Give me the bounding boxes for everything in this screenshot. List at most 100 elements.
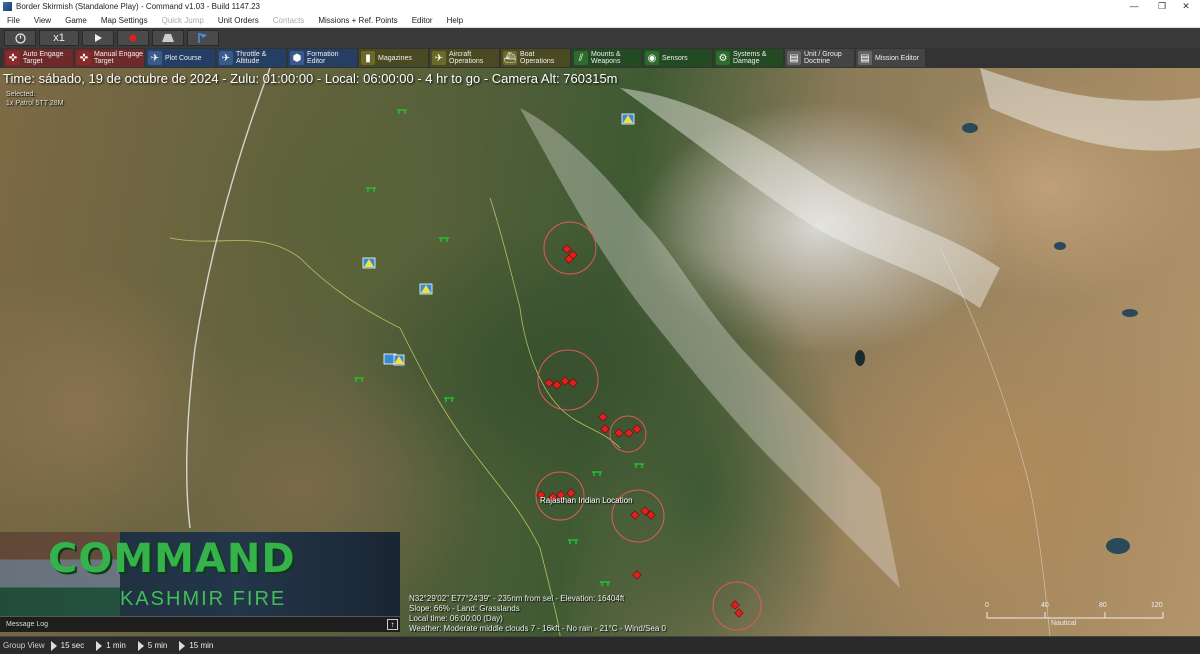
course-icon: ✈ [148, 51, 162, 65]
menu-contacts[interactable]: Contacts [266, 16, 312, 25]
step-15-sec[interactable]: 15 sec [50, 640, 85, 651]
time-toolbar: x1 [0, 28, 1200, 48]
play-step-icon [50, 640, 57, 651]
lake [962, 123, 978, 133]
step-5-min[interactable]: 5 min [137, 640, 167, 651]
scale-tick-40: 40 [1041, 602, 1049, 609]
formation-label: Formation Editor [307, 51, 339, 65]
menu-map-settings[interactable]: Map Settings [94, 16, 155, 25]
message-log-label: Message Log [6, 621, 49, 628]
selected-label: Selected: [6, 91, 36, 98]
snow-ridge [520, 108, 900, 588]
lake [855, 350, 865, 366]
cursor-info: N32°29'02" E77°24'39" - 235nm from sel -… [409, 594, 666, 634]
step-label: 15 sec [60, 641, 85, 650]
cursor-coords: N32°29'02" E77°24'39" - 235nm from sel -… [409, 594, 625, 603]
auto-engage-button[interactable]: ✜ Auto Engage Target [4, 49, 73, 67]
menu-editor[interactable]: Editor [405, 16, 440, 25]
snow-ridge [980, 68, 1200, 151]
mounts-weapons-button[interactable]: ⫽ Mounts & Weapons [572, 49, 641, 67]
close-button[interactable]: ✕ [1172, 0, 1200, 13]
auto-engage-label: Auto Engage Target [23, 51, 64, 65]
mission-editor-label: Mission Editor [875, 54, 919, 62]
aircraft-icon: ✈ [432, 51, 446, 65]
menu-file[interactable]: File [0, 16, 27, 25]
flag-icon[interactable] [187, 30, 219, 46]
command-toolbar: ✜ Auto Engage Target ✜ Manual Engage Targe… [0, 48, 1200, 68]
selected-unit-info: Selected: 1x Patrol 5TT 28M [6, 90, 63, 108]
doctrine-label: Unit / Group Doctrine [804, 51, 842, 65]
crosshair-icon: ✜ [6, 51, 20, 65]
weapons-icon: ⫽ [574, 51, 588, 65]
app-icon [3, 2, 12, 11]
aircraft-ops-button[interactable]: ✈ Aircraft Operations [430, 49, 499, 67]
bottom-bar: Group View 15 sec 1 min 5 min 15 min [0, 636, 1200, 654]
scale-bar: 0 40 80 120 Nautical [985, 602, 1165, 627]
manual-engage-button[interactable]: ✜ Manual Engage Target [75, 49, 144, 67]
cursor-local-time: Local time: 06:00:00 (Day) [409, 614, 503, 623]
clock-icon[interactable] [4, 30, 36, 46]
location-label: Rajasthan Indian Location [540, 496, 633, 505]
group-view-toggle[interactable]: Group View [0, 641, 51, 650]
formation-button[interactable]: ⬢ Formation Editor [288, 49, 357, 67]
message-log-bar[interactable]: Message Log ↑ [0, 616, 400, 632]
sensors-label: Sensors [662, 54, 688, 62]
throttle-button[interactable]: ✈ Throttle & Altitude [217, 49, 286, 67]
road-icon[interactable] [152, 30, 184, 46]
range-arc [186, 68, 271, 529]
formation-icon: ⬢ [290, 51, 304, 65]
airbase-marker[interactable] [362, 113, 635, 366]
cursor-terrain: Slope: 66% - Land: Grasslands [409, 604, 520, 613]
record-icon[interactable] [117, 30, 149, 46]
boat-ops-button[interactable]: ⛴ Boat Operations [501, 49, 570, 67]
logo-subtitle: KASHMIR FIRE [120, 588, 287, 610]
sensors-button[interactable]: ◉ Sensors [643, 49, 712, 67]
plot-course-button[interactable]: ✈ Plot Course [146, 49, 215, 67]
step-label: 1 min [106, 641, 126, 650]
tactical-map[interactable]: Time: sábado, 19 de octubre de 2024 - Zu… [0, 68, 1200, 636]
logo-title: COMMAND [48, 536, 296, 582]
scale-tick-120: 120 [1151, 602, 1163, 609]
doctrine-button[interactable]: ▤ Unit / Group Doctrine [785, 49, 854, 67]
play-step-icon [179, 640, 186, 651]
step-15-min[interactable]: 15 min [179, 640, 213, 651]
scale-tick-80: 80 [1099, 602, 1107, 609]
lake [1122, 309, 1138, 317]
step-1-min[interactable]: 1 min [96, 640, 126, 651]
menu-help[interactable]: Help [440, 16, 470, 25]
crosshair-icon: ✜ [77, 51, 91, 65]
map-status-line: Time: sábado, 19 de octubre de 2024 - Zu… [3, 71, 618, 86]
ammo-icon: ▮ [361, 51, 375, 65]
play-step-icon [96, 640, 103, 651]
systems-damage-button[interactable]: ⚙ Systems & Damage [714, 49, 783, 67]
sensor-icon: ◉ [645, 51, 659, 65]
lake [1054, 242, 1066, 250]
expand-icon[interactable]: ↑ [387, 619, 398, 630]
window-title: Border Skirmish (Standalone Play) - Comm… [16, 2, 260, 11]
magazines-label: Magazines [378, 54, 412, 62]
boat-ops-label: Boat Operations [520, 51, 555, 65]
throttle-icon: ✈ [219, 51, 233, 65]
plot-course-label: Plot Course [165, 54, 202, 62]
mission-icon: ▤ [858, 51, 872, 65]
aircraft-ops-label: Aircraft Operations [449, 51, 484, 65]
play-step-icon [137, 640, 144, 651]
play-icon[interactable] [82, 30, 114, 46]
lake [1106, 538, 1130, 554]
menu-bar: File View Game Map Settings Quick Jump U… [0, 13, 1200, 28]
menu-quick-jump[interactable]: Quick Jump [155, 16, 211, 25]
systems-damage-label: Systems & Damage [733, 51, 767, 65]
menu-missions[interactable]: Missions + Ref. Points [311, 16, 404, 25]
menu-unit-orders[interactable]: Unit Orders [211, 16, 266, 25]
doctrine-icon: ▤ [787, 51, 801, 65]
minimize-button[interactable]: — [1120, 0, 1148, 13]
mission-editor-button[interactable]: ▤ Mission Editor [856, 49, 925, 67]
scale-bar-graphic [986, 612, 1164, 619]
manual-engage-label: Manual Engage Target [94, 51, 144, 65]
menu-view[interactable]: View [27, 16, 58, 25]
menu-game[interactable]: Game [58, 16, 94, 25]
speed-indicator[interactable]: x1 [39, 30, 79, 46]
magazines-button[interactable]: ▮ Magazines [359, 49, 428, 67]
scale-unit: Nautical [1051, 620, 1077, 627]
game-logo-banner: COMMAND KASHMIR FIRE [0, 532, 400, 616]
